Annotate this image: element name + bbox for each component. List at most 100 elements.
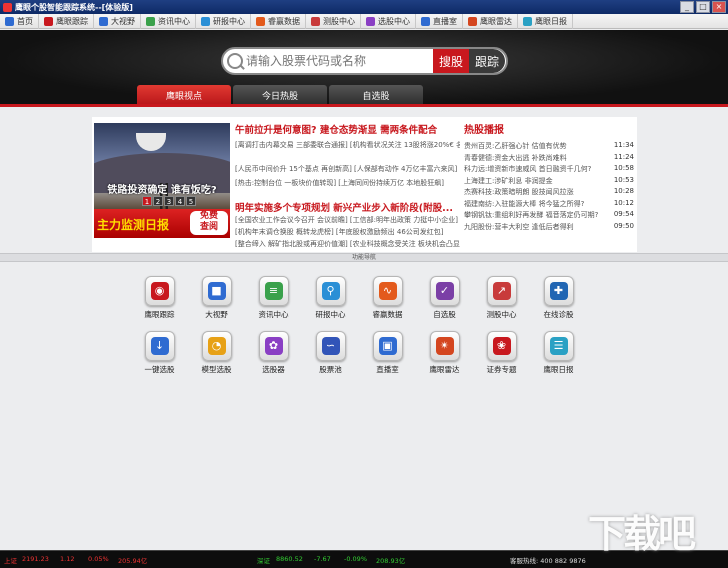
app-logo-icon bbox=[3, 2, 12, 12]
pie-chart-icon: ◔ bbox=[207, 337, 226, 355]
menu-label: 选股中心 bbox=[378, 16, 410, 26]
function-icon-box: ∽ bbox=[315, 331, 346, 361]
news-headline[interactable]: 明年实施多个专项规划 新兴产业步入新阶段(附股... bbox=[235, 200, 460, 214]
menu-live-room[interactable]: 直播室 bbox=[416, 13, 463, 29]
menu-label: 鹰眼雷达 bbox=[480, 16, 512, 26]
function-4-button[interactable]: ⚲ 研报中心 bbox=[302, 276, 359, 331]
function-icon-box: ▣ bbox=[372, 331, 403, 361]
watermark-logo: 下载吧 bbox=[588, 512, 696, 556]
function-label: 鹰眼雷达 bbox=[429, 365, 460, 374]
function-2-button[interactable]: ■ 大视野 bbox=[188, 276, 245, 331]
track-button[interactable]: 跟踪 bbox=[468, 49, 505, 73]
function-14-button[interactable]: ✴ 鹰眼雷达 bbox=[416, 331, 473, 386]
menu-data[interactable]: 睿赢数据 bbox=[251, 13, 306, 29]
function-11-button[interactable]: ✿ 选股器 bbox=[245, 331, 302, 386]
promo-title: 主力监测日报 bbox=[97, 218, 170, 232]
menu-radar[interactable]: 鹰眼雷达 bbox=[463, 13, 518, 29]
menu-stock-test[interactable]: 测股中心 bbox=[306, 13, 361, 29]
news-item[interactable]: [离调打击内幕交易 三部委联合通报] [机构看状况关注 13股将涨20%€ 名单… bbox=[235, 140, 460, 150]
function-8-button[interactable]: ✚ 在线诊股 bbox=[530, 276, 587, 331]
menu-label: 鹰眼日报 bbox=[535, 16, 567, 26]
function-label: 股票池 bbox=[319, 365, 342, 374]
maximize-button[interactable]: □ bbox=[696, 1, 710, 13]
function-5-button[interactable]: ∿ 睿赢数据 bbox=[359, 276, 416, 331]
news-item[interactable]: [人民币中间价升 15个基点 再创新高] [人保部有动作 4万亿丰富六来风] bbox=[235, 164, 460, 174]
function-6-button[interactable]: ✓ 自选股 bbox=[416, 276, 473, 331]
window-title: 鹰眼个股智能跟踪系统--[体验版] bbox=[15, 2, 133, 12]
function-label: 直播室 bbox=[376, 365, 399, 374]
minimize-button[interactable]: _ bbox=[680, 1, 694, 13]
hot-row[interactable]: 青春健德:资金大出逃 补跌尚难料 11:24 bbox=[464, 153, 634, 165]
function-icon-box: ↓ bbox=[144, 331, 175, 361]
news-item[interactable]: [全国农业工作会议今召开 会议前瞻] [工信部:明年出政策 力挺中小企业] bbox=[235, 215, 460, 225]
free-line: 免费 bbox=[199, 211, 218, 221]
banner-page-button[interactable]: 2 bbox=[153, 196, 163, 206]
hot-time: 10:28 bbox=[613, 187, 634, 195]
report-icon bbox=[523, 16, 532, 26]
sh-amount: 205.94亿 bbox=[118, 557, 148, 565]
search-input[interactable] bbox=[243, 54, 433, 68]
banner-page-button[interactable]: 5 bbox=[186, 196, 196, 206]
eye-icon: ◉ bbox=[150, 282, 169, 300]
tab-watchlist[interactable]: 自选股 bbox=[329, 85, 423, 105]
news-headline[interactable]: 午前拉升是何意图? 建仓态势渐显 需两条件配合 bbox=[235, 122, 437, 136]
function-13-button[interactable]: ▣ 直播室 bbox=[359, 331, 416, 386]
menu-label: 鹰眼跟踪 bbox=[56, 16, 88, 26]
hot-row[interactable]: 福建南纺:入驻能源大棒 将今猛之所得? 10:12 bbox=[464, 199, 634, 211]
menu-stock-select[interactable]: 选股中心 bbox=[361, 13, 416, 29]
menu-daily-report[interactable]: 鹰眼日报 bbox=[518, 13, 573, 29]
hot-row[interactable]: 杰赛科技:政策暗明朗 股技闻风拉涨 10:28 bbox=[464, 187, 634, 199]
hot-title: 热股播报 bbox=[464, 125, 504, 136]
function-icon-box: ■ bbox=[201, 276, 232, 306]
function-9-button[interactable]: ↓ 一键选股 bbox=[131, 331, 188, 386]
function-label: 研报中心 bbox=[315, 310, 346, 319]
hot-row[interactable]: 贵州百灵:乙肝强心针 估值有优势 11:34 bbox=[464, 141, 634, 153]
news-item[interactable]: [机构年末调仓换股 概转龙虎榜] [年底股权激励频出 46公司发红包] bbox=[235, 227, 460, 237]
menu-eye-tracking[interactable]: 鹰眼跟踪 bbox=[39, 13, 94, 29]
gear-icon bbox=[366, 16, 375, 26]
sz-value: 8860.52 bbox=[276, 555, 303, 563]
menu-research-center[interactable]: 研报中心 bbox=[196, 13, 251, 29]
banner-page-button[interactable]: 1 bbox=[142, 196, 152, 206]
banner-page-button[interactable]: 4 bbox=[175, 196, 185, 206]
function-icon-box: ❀ bbox=[486, 331, 517, 361]
magnifier-icon: ⚲ bbox=[321, 282, 340, 300]
tv-icon bbox=[421, 16, 430, 26]
menu-label: 测股中心 bbox=[323, 16, 355, 26]
function-7-button[interactable]: ↗ 测股中心 bbox=[473, 276, 530, 331]
free-line: 查阅 bbox=[199, 222, 218, 232]
function-12-button[interactable]: ∽ 股票池 bbox=[302, 331, 359, 386]
news-item[interactable]: [整合缔入 解矿指北股或再迎价值潮] [农业科技概念受关注 板块机会凸显] bbox=[235, 239, 460, 249]
sh-value: 2191.23 bbox=[22, 555, 49, 563]
menu-home[interactable]: 首页 bbox=[0, 13, 39, 29]
checklist-icon: ✓ bbox=[435, 282, 454, 300]
banner-caption: 铁路投资确定 谁有饭吃? bbox=[107, 185, 217, 196]
hot-row[interactable]: 九阳股份:营丰大利空 逢低后者得利 09:50 bbox=[464, 222, 634, 234]
function-icon-box: ✴ bbox=[429, 331, 460, 361]
trend-icon: ∽ bbox=[321, 337, 340, 355]
search-stock-button[interactable]: 搜股 bbox=[432, 49, 469, 73]
close-button[interactable]: × bbox=[712, 1, 726, 13]
function-16-button[interactable]: ☰ 鹰眼日报 bbox=[530, 331, 587, 386]
hot-row[interactable]: 攀钢钒钛:重组利好再发酵 福音落定仍可期? 09:54 bbox=[464, 210, 634, 222]
wave-chart-icon bbox=[256, 16, 265, 26]
function-15-button[interactable]: ❀ 证券专题 bbox=[473, 331, 530, 386]
function-10-button[interactable]: ◔ 模型选股 bbox=[188, 331, 245, 386]
tab-eye-view[interactable]: 鹰眼视点 bbox=[137, 85, 231, 105]
banner-page-button[interactable]: 3 bbox=[164, 196, 174, 206]
function-3-button[interactable]: ≡ 资讯中心 bbox=[245, 276, 302, 331]
hotline: 客服热线: 400 882 9876 bbox=[510, 557, 586, 565]
function-1-button[interactable]: ◉ 鹰眼跟踪 bbox=[131, 276, 188, 331]
menu-big-vision[interactable]: 大视野 bbox=[94, 13, 141, 29]
gear-icon: ✿ bbox=[264, 337, 283, 355]
free-view-button[interactable]: 免费 查阅 bbox=[190, 211, 228, 235]
sz-pct: -0.09% bbox=[344, 555, 367, 563]
news-item[interactable]: [热击:控制台位 一板块价值转现] [上海同间份持续万亿 本地股狂飙] bbox=[235, 178, 460, 188]
download-arrow-icon: ↓ bbox=[150, 337, 169, 355]
line-chart-icon bbox=[311, 16, 320, 26]
hot-row[interactable]: 上海建工:涉矿利息 非润提金 10:53 bbox=[464, 176, 634, 188]
hot-row[interactable]: 科力远:增资新市速威风 首日融资千几何? 10:58 bbox=[464, 164, 634, 176]
banner-image[interactable]: 铁路投资确定 谁有饭吃? 1 2 3 4 5 主力监测日报 免费 查阅 bbox=[94, 123, 230, 238]
tab-hot-stocks[interactable]: 今日热股 bbox=[233, 85, 327, 105]
menu-news-center[interactable]: 资讯中心 bbox=[141, 13, 196, 29]
